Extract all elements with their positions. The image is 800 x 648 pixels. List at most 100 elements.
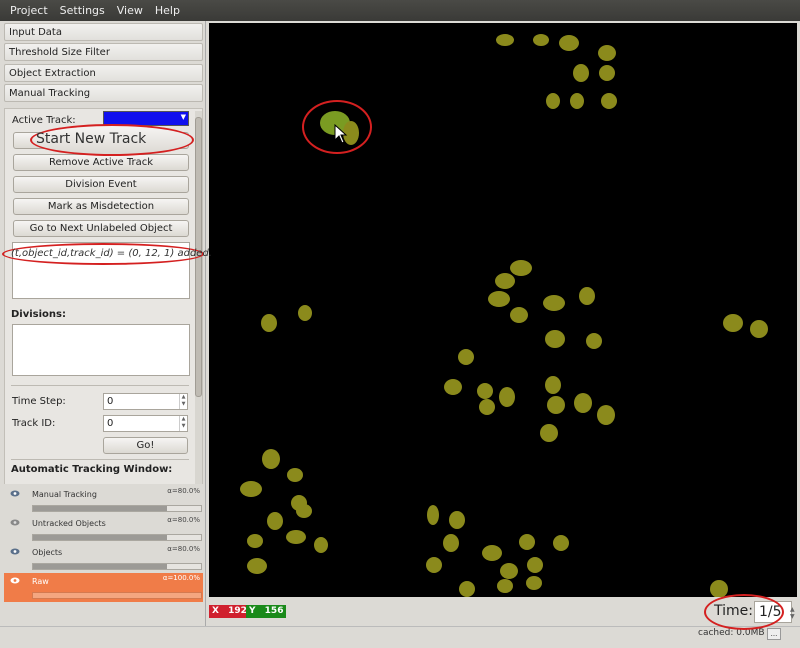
cell-nucleus[interactable] xyxy=(559,35,579,51)
cell-nucleus[interactable] xyxy=(519,534,535,550)
cell-nucleus[interactable] xyxy=(298,305,312,321)
menu-settings[interactable]: Settings xyxy=(54,0,111,21)
mark-misdetection-button[interactable]: Mark as Misdetection xyxy=(13,198,189,215)
cell-nucleus[interactable] xyxy=(543,295,565,311)
chevron-down-icon: ▼ xyxy=(180,113,186,121)
layer-manual-tracking[interactable]: Manual Tracking α=80.0% xyxy=(4,486,203,515)
cell-nucleus[interactable] xyxy=(496,34,514,46)
cell-nucleus[interactable] xyxy=(723,314,743,332)
cell-nucleus[interactable] xyxy=(545,330,565,348)
image-viewer[interactable] xyxy=(209,23,797,597)
cell-image[interactable] xyxy=(209,23,797,597)
cell-nucleus[interactable] xyxy=(286,530,306,544)
eye-icon[interactable] xyxy=(10,548,20,555)
x-label: X xyxy=(212,606,219,616)
eye-icon[interactable] xyxy=(10,577,20,584)
cell-nucleus[interactable] xyxy=(540,424,558,442)
cell-nucleus[interactable] xyxy=(426,557,442,573)
menu-project[interactable]: Project xyxy=(4,0,54,21)
go-button[interactable]: Go! xyxy=(103,437,188,454)
cell-nucleus[interactable] xyxy=(459,581,475,597)
cell-nucleus[interactable] xyxy=(574,393,592,413)
menu-view[interactable]: View xyxy=(111,0,149,21)
layer-opacity: α=80.0% xyxy=(167,516,200,524)
cell-nucleus[interactable] xyxy=(510,307,528,323)
applet-input-data[interactable]: Input Data xyxy=(4,23,203,41)
spin-arrows-icon[interactable]: ▲ ▼ xyxy=(179,394,187,409)
cell-nucleus[interactable] xyxy=(546,93,560,109)
cell-nucleus[interactable] xyxy=(296,504,312,518)
opacity-bar[interactable] xyxy=(32,563,202,570)
layer-name: Objects xyxy=(32,548,63,557)
cell-nucleus[interactable] xyxy=(533,34,549,46)
cell-nucleus[interactable] xyxy=(477,383,493,399)
cell-nucleus[interactable] xyxy=(262,449,280,469)
cell-nucleus[interactable] xyxy=(240,481,262,497)
cell-nucleus[interactable] xyxy=(598,45,616,61)
applet-object-extraction[interactable]: Object Extraction xyxy=(4,64,203,82)
cell-nucleus[interactable] xyxy=(597,405,615,425)
layer-untracked-objects[interactable]: Untracked Objects α=80.0% xyxy=(4,515,203,544)
spin-arrows-icon[interactable]: ▲ ▼ xyxy=(790,606,795,620)
layer-opacity: α=100.0% xyxy=(162,574,200,582)
cell-nucleus[interactable] xyxy=(488,291,510,307)
cell-nucleus[interactable] xyxy=(287,468,303,482)
auto-tracking-window-label: Automatic Tracking Window: xyxy=(11,464,173,475)
time-step-value: 0 xyxy=(107,396,114,407)
cell-nucleus[interactable] xyxy=(579,287,595,305)
cell-nucleus[interactable] xyxy=(497,579,513,593)
drawer-scrollbar[interactable] xyxy=(195,111,202,496)
cell-nucleus[interactable] xyxy=(443,534,459,552)
time-step-spinbox[interactable]: 0 ▲ ▼ xyxy=(103,393,188,410)
cell-nucleus[interactable] xyxy=(553,535,569,551)
more-button[interactable]: ... xyxy=(767,628,781,640)
cell-nucleus[interactable] xyxy=(261,314,277,332)
cell-nucleus[interactable] xyxy=(545,376,561,394)
cell-nucleus[interactable] xyxy=(314,537,328,553)
cell-nucleus[interactable] xyxy=(482,545,502,561)
cell-nucleus[interactable] xyxy=(495,273,515,289)
time-step-label: Time Step: xyxy=(12,396,66,407)
cell-nucleus[interactable] xyxy=(267,512,283,530)
layer-name: Manual Tracking xyxy=(32,490,97,499)
cell-nucleus[interactable] xyxy=(599,65,615,81)
opacity-bar[interactable] xyxy=(32,505,202,512)
cell-nucleus[interactable] xyxy=(458,349,474,365)
applet-manual-tracking[interactable]: Manual Tracking xyxy=(4,84,203,102)
opacity-bar[interactable] xyxy=(32,534,202,541)
cell-nucleus[interactable] xyxy=(547,396,565,414)
cell-nucleus[interactable] xyxy=(601,93,617,109)
cell-nucleus[interactable] xyxy=(527,557,543,573)
cell-nucleus[interactable] xyxy=(510,260,532,276)
y-coordinate-readout: Y 156 xyxy=(246,605,287,618)
cell-nucleus[interactable] xyxy=(750,320,768,338)
cell-nucleus[interactable] xyxy=(570,93,584,109)
divisions-list[interactable] xyxy=(12,324,190,376)
cell-nucleus[interactable] xyxy=(444,379,462,395)
next-unlabeled-button[interactable]: Go to Next Unlabeled Object xyxy=(13,220,189,237)
cell-nucleus[interactable] xyxy=(586,333,602,349)
opacity-bar[interactable] xyxy=(32,592,202,599)
time-highlight xyxy=(704,594,784,630)
eye-icon[interactable] xyxy=(10,490,20,497)
division-event-button[interactable]: Division Event xyxy=(13,176,189,193)
cell-nucleus[interactable] xyxy=(500,563,518,579)
menu-help[interactable]: Help xyxy=(149,0,186,21)
cell-nucleus[interactable] xyxy=(247,558,267,574)
cell-nucleus[interactable] xyxy=(449,511,465,529)
track-id-value: 0 xyxy=(107,418,114,429)
applet-threshold[interactable]: Threshold Size Filter xyxy=(4,43,203,61)
remove-active-track-button[interactable]: Remove Active Track xyxy=(13,154,189,171)
eye-icon[interactable] xyxy=(10,519,20,526)
cell-nucleus[interactable] xyxy=(526,576,542,590)
layer-raw[interactable]: Raw α=100.0% xyxy=(4,573,203,602)
cell-nucleus[interactable] xyxy=(710,580,728,597)
cell-nucleus[interactable] xyxy=(573,64,589,82)
cell-nucleus[interactable] xyxy=(247,534,263,548)
cell-nucleus[interactable] xyxy=(479,399,495,415)
layer-objects[interactable]: Objects α=80.0% xyxy=(4,544,203,573)
spin-arrows-icon[interactable]: ▲ ▼ xyxy=(179,416,187,431)
cell-nucleus[interactable] xyxy=(499,387,515,407)
cell-nucleus[interactable] xyxy=(427,505,439,525)
track-id-spinbox[interactable]: 0 ▲ ▼ xyxy=(103,415,188,432)
